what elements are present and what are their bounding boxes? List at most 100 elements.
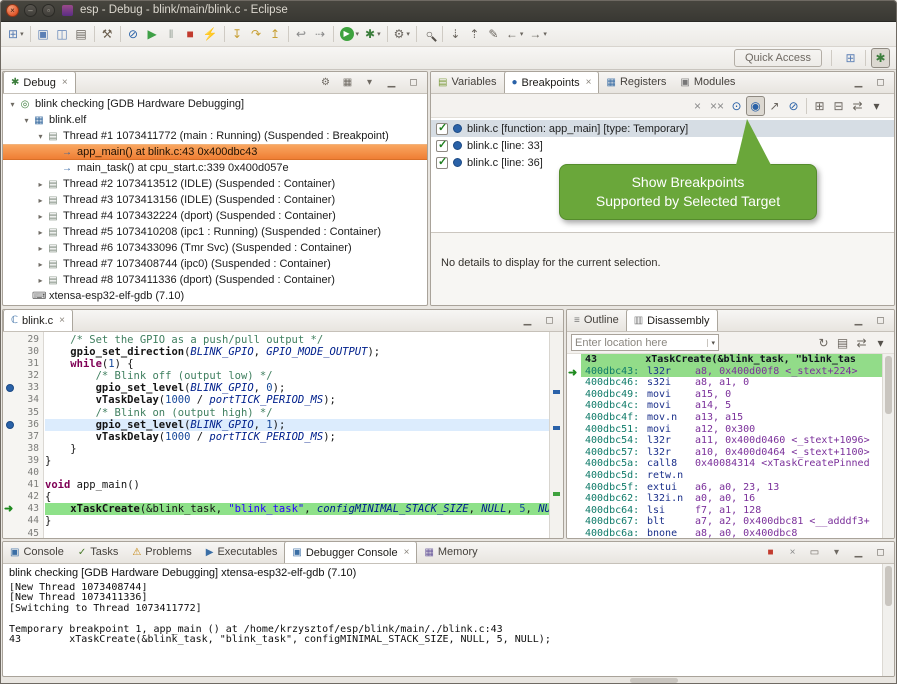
debug-button[interactable]: ✱▾: [362, 24, 384, 44]
disassembly-view-menu-icon[interactable]: ▾: [871, 333, 890, 353]
last-edit-location-button[interactable]: ✎: [484, 24, 503, 44]
maximize-view-icon[interactable]: ◻: [404, 74, 423, 91]
disassembly-scrollbar[interactable]: [882, 354, 894, 538]
editor-content[interactable]: ➜ 2930313233343536373839404142434445 /* …: [3, 332, 563, 538]
debug-view-layout-icon[interactable]: ▦: [338, 74, 357, 91]
clear-console-button[interactable]: ▭: [805, 544, 824, 561]
drop-to-frame-button[interactable]: ↩: [292, 24, 311, 44]
print-button[interactable]: ▤: [72, 24, 91, 44]
debug-perspective-button[interactable]: ✱: [871, 48, 890, 68]
open-perspective-button[interactable]: ⊞: [841, 48, 860, 68]
breakpoints-view-menu-icon[interactable]: ▾: [867, 96, 886, 116]
instruction-stepping-button[interactable]: ⇢: [311, 24, 330, 44]
go-to-file-button[interactable]: ↗: [765, 96, 784, 116]
debug-tree-item[interactable]: ▸▤Thread #4 1073432224 (dport) (Suspende…: [3, 208, 427, 224]
disassembly-lines[interactable]: 43 xTaskCreate(&blink_task, "blink_tas40…: [581, 354, 882, 538]
step-over-button[interactable]: ↷: [247, 24, 266, 44]
breakpoint-checkbox[interactable]: [436, 157, 448, 169]
debug-tree-item[interactable]: →main_task() at cpu_start.c:339 0x400d05…: [3, 160, 427, 176]
run-button[interactable]: ▶▾: [337, 24, 363, 44]
debug-tree-item[interactable]: ▸▤Thread #5 1073410208 (ipc1 : Running) …: [3, 224, 427, 240]
expand-toggle-icon[interactable]: ▸: [35, 228, 46, 237]
terminate-button[interactable]: ■: [181, 24, 200, 44]
window-maximize-button[interactable]: ▫: [42, 4, 55, 17]
tab-disassembly[interactable]: ▥Disassembly: [626, 309, 718, 331]
show-breakpoints-for-selected-button[interactable]: ⊙: [727, 96, 746, 116]
console-scrollbar[interactable]: [882, 564, 894, 676]
search-button[interactable]: ○: [420, 24, 439, 44]
expand-toggle-icon[interactable]: ▾: [7, 100, 18, 109]
editor-code-area[interactable]: /* Set the GPIO as a push/pull output */…: [45, 332, 549, 538]
minimize-view-icon[interactable]: ▁: [849, 312, 868, 329]
remove-launch-button[interactable]: ×: [783, 544, 802, 561]
new-button[interactable]: ⊞▾: [5, 24, 27, 44]
show-supported-breakpoints-button[interactable]: ◉: [746, 96, 765, 116]
resume-button[interactable]: ▶: [143, 24, 162, 44]
maximize-view-icon[interactable]: ◻: [871, 312, 890, 329]
tab-blink-c[interactable]: ℂblink.c×: [3, 309, 73, 331]
console-view-menu-icon[interactable]: ▾: [827, 544, 846, 561]
debug-tree-item[interactable]: ▾◎blink checking [GDB Hardware Debugging…: [3, 96, 427, 112]
expand-toggle-icon[interactable]: ▸: [35, 196, 46, 205]
tab-console[interactable]: ▣Console: [3, 541, 71, 563]
debug-tree-item[interactable]: ▸▤Thread #8 1073411336 (dport) (Suspende…: [3, 272, 427, 288]
tab-problems[interactable]: ⚠Problems: [125, 541, 198, 563]
debug-tree-item[interactable]: →app_main() at blink.c:43 0x400dbc43: [3, 144, 427, 160]
expand-toggle-icon[interactable]: ▸: [35, 244, 46, 253]
overview-breakpoint-mark[interactable]: [553, 390, 560, 394]
refresh-view-button[interactable]: ↻: [814, 333, 833, 353]
terminate-button[interactable]: ■: [761, 544, 780, 561]
expand-all-button[interactable]: ⊞: [810, 96, 829, 116]
external-tools-button[interactable]: ⚙▾: [391, 24, 413, 44]
debug-view-gears-icon[interactable]: ⚙: [316, 74, 335, 91]
suspend-button[interactable]: ‖: [162, 24, 181, 44]
debug-tree-item[interactable]: ▸▤Thread #2 1073413512 (IDLE) (Suspended…: [3, 176, 427, 192]
quick-access-button[interactable]: Quick Access: [734, 49, 822, 67]
debug-tree-item[interactable]: ▸▤Thread #7 1073408744 (ipc0) (Suspended…: [3, 256, 427, 272]
debug-tree-item[interactable]: ▾▦blink.elf: [3, 112, 427, 128]
console-output[interactable]: [New Thread 1073408744][New Thread 10734…: [9, 583, 874, 672]
save-button[interactable]: ▣: [34, 24, 53, 44]
editor-annotation-ruler[interactable]: ➜: [3, 332, 17, 538]
chevron-down-icon[interactable]: ▾: [707, 339, 715, 347]
breakpoint-checkbox[interactable]: [436, 123, 448, 135]
forward-button[interactable]: →▾: [526, 24, 550, 44]
close-tab-icon[interactable]: ×: [586, 77, 592, 88]
close-tab-icon[interactable]: ×: [59, 315, 65, 326]
breakpoint-marker-icon[interactable]: [6, 384, 14, 392]
tab-modules[interactable]: ▣Modules: [673, 71, 742, 93]
close-tab-icon[interactable]: ×: [62, 77, 68, 88]
tab-outline[interactable]: ≡Outline: [567, 309, 626, 331]
expand-toggle-icon[interactable]: ▸: [35, 180, 46, 189]
skip-all-breakpoints-button[interactable]: ⊘: [124, 24, 143, 44]
breakpoint-marker-icon[interactable]: [6, 421, 14, 429]
tab-breakpoints[interactable]: ●Breakpoints×: [504, 71, 600, 93]
expand-toggle-icon[interactable]: ▸: [35, 260, 46, 269]
horizontal-scrollbar-thumb[interactable]: [630, 678, 678, 683]
maximize-view-icon[interactable]: ◻: [871, 544, 890, 561]
step-return-button[interactable]: ↥: [266, 24, 285, 44]
tab-memory[interactable]: ▦Memory: [417, 541, 484, 563]
scrollbar-thumb[interactable]: [885, 566, 892, 606]
save-all-button[interactable]: ◫: [53, 24, 72, 44]
disconnect-button[interactable]: ⚡: [200, 24, 221, 44]
tab-registers[interactable]: ▦Registers: [599, 71, 673, 93]
tab-debugger-console[interactable]: ▣Debugger Console×: [284, 541, 417, 563]
tab-variables[interactable]: ▤Variables: [431, 71, 504, 93]
minimize-view-icon[interactable]: ▁: [849, 74, 868, 91]
breakpoint-checkbox[interactable]: [436, 140, 448, 152]
minimize-view-icon[interactable]: ▁: [518, 312, 537, 329]
tab-tasks[interactable]: ✓Tasks: [71, 541, 126, 563]
debug-tree-item[interactable]: ▸▤Thread #6 1073433096 (Tmr Svc) (Suspen…: [3, 240, 427, 256]
collapse-all-button[interactable]: ⊟: [829, 96, 848, 116]
editor-overview-ruler[interactable]: [549, 332, 563, 538]
skip-all-breakpoints-button[interactable]: ⊘: [784, 96, 803, 116]
window-minimize-button[interactable]: –: [24, 4, 37, 17]
back-button[interactable]: ←▾: [503, 24, 527, 44]
scrollbar-thumb[interactable]: [885, 356, 892, 414]
tab-executables[interactable]: ▶Executables: [199, 541, 285, 563]
minimize-view-icon[interactable]: ▁: [382, 74, 401, 91]
breakpoint-item[interactable]: blink.c [line: 33]: [431, 137, 894, 154]
expand-toggle-icon[interactable]: ▾: [35, 132, 46, 141]
overview-current-line-mark[interactable]: [553, 492, 560, 496]
